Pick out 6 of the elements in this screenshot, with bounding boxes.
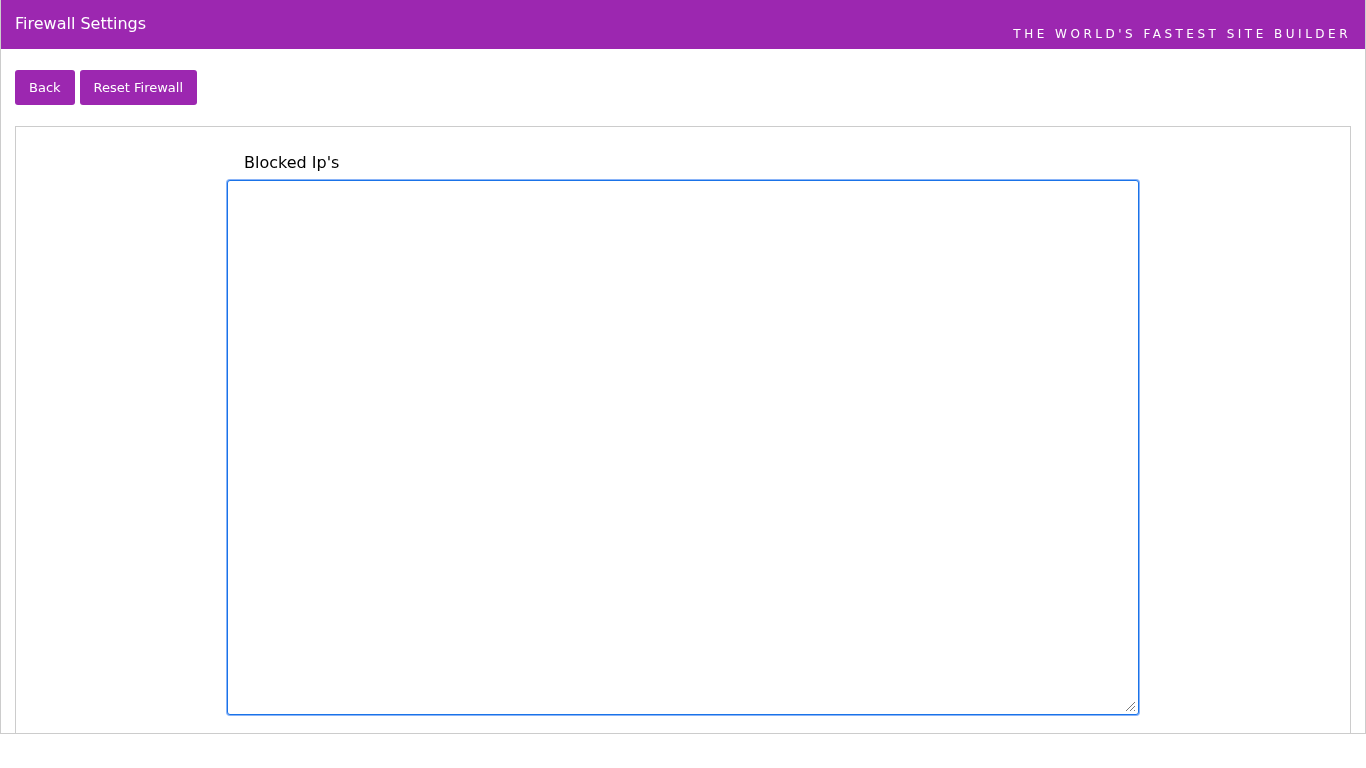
- field-label: Blocked Ip's: [244, 152, 340, 174]
- resize-handle-icon[interactable]: [1124, 700, 1136, 712]
- tagline: THE WORLD'S FASTEST SITE BUILDER: [1013, 26, 1351, 43]
- toolbar-button[interactable]: Reset Firewall: [79, 70, 198, 105]
- toolbar-button[interactable]: Back: [15, 70, 75, 105]
- page-title: Firewall Settings: [15, 13, 147, 35]
